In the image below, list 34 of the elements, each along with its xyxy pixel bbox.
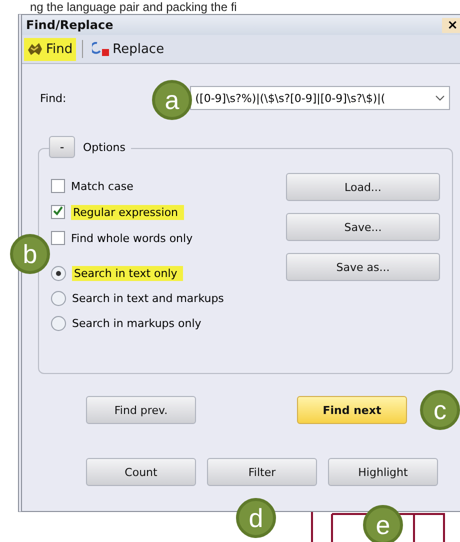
- checkbox[interactable]: [51, 231, 65, 245]
- checkbox-label: Find whole words only: [71, 232, 193, 244]
- checkbox-label: Regular expression: [71, 204, 184, 220]
- dropdown-icon[interactable]: [435, 95, 446, 101]
- close-button[interactable]: ×: [442, 18, 460, 32]
- collapse-button[interactable]: -: [49, 136, 75, 158]
- nav-button[interactable]: Find next: [297, 396, 407, 424]
- find-field[interactable]: ([0-9]\s?%)|(\$\s?[0-9]|[0-9]\s?\$)|(: [190, 86, 450, 110]
- nav-button[interactable]: Find prev.: [86, 396, 196, 424]
- checkbox[interactable]: [51, 205, 65, 219]
- action-button[interactable]: Filter: [207, 458, 317, 486]
- find-label: Find:: [40, 92, 66, 104]
- group-title: Options: [83, 140, 126, 154]
- caption-text: ng the language pair and packing the fi: [30, 0, 237, 14]
- radio-button[interactable]: [51, 291, 66, 306]
- checkbox-label: Match case: [71, 180, 134, 192]
- radio-label: Search in text and markups: [72, 292, 224, 305]
- binoculars-icon: [27, 42, 43, 56]
- file-button[interactable]: Save as...: [286, 253, 440, 281]
- tab[interactable]: Replace: [88, 38, 168, 60]
- checkbox[interactable]: [51, 179, 65, 193]
- radio-button[interactable]: [51, 316, 66, 331]
- annotation-marker: e: [363, 505, 403, 542]
- window-title: Find/Replace: [26, 18, 114, 32]
- radio-label: Search in markups only: [72, 317, 202, 330]
- file-button[interactable]: Load...: [286, 173, 440, 201]
- action-button[interactable]: Count: [86, 458, 196, 486]
- annotation-marker: d: [236, 498, 276, 538]
- tab[interactable]: Find: [24, 38, 76, 60]
- replace-icon: [92, 42, 110, 56]
- radio-button[interactable]: [51, 266, 66, 281]
- action-button[interactable]: Highlight: [328, 458, 438, 486]
- radio-label: Search in text only: [72, 266, 184, 281]
- file-button[interactable]: Save...: [286, 213, 440, 241]
